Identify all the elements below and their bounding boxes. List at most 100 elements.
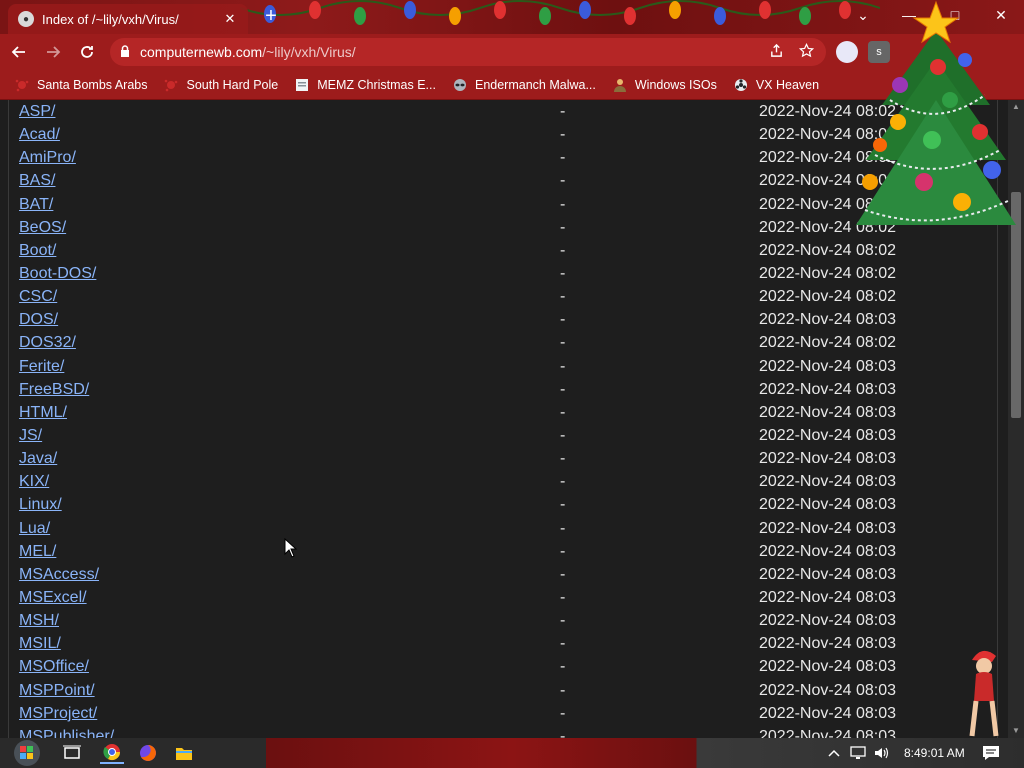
directory-link[interactable]: BeOS/ xyxy=(19,219,66,237)
last-modified: 2022-Nov-24 08:02 xyxy=(759,264,896,282)
directory-link[interactable]: Ferite/ xyxy=(19,358,64,376)
table-row: Linux/ - 2022-Nov-24 08:03 xyxy=(0,494,1008,517)
page-icon xyxy=(294,77,310,93)
file-size: - xyxy=(560,288,566,306)
firefox-icon[interactable] xyxy=(136,742,160,764)
action-center-icon[interactable] xyxy=(982,738,1000,768)
bookmark-item[interactable]: South Hard Pole xyxy=(163,77,278,93)
directory-link[interactable]: MSAccess/ xyxy=(19,566,99,584)
url-text[interactable]: computernewb.com/~lily/vxh/Virus/ xyxy=(140,44,756,60)
lock-icon[interactable] xyxy=(120,44,130,60)
christmas-lights-decoration xyxy=(240,0,880,25)
table-row: MEL/ - 2022-Nov-24 08:03 xyxy=(0,541,1008,564)
bookmark-item[interactable]: Santa Bombs Arabs xyxy=(14,77,147,93)
last-modified: 2022-Nov-24 08:03 xyxy=(759,681,896,699)
directory-link[interactable]: KIX/ xyxy=(19,473,49,491)
directory-link[interactable]: MSH/ xyxy=(19,612,59,630)
new-tab-button[interactable]: + xyxy=(260,6,282,28)
reload-button[interactable] xyxy=(72,37,102,67)
directory-link[interactable]: MSExcel/ xyxy=(19,589,87,607)
directory-link[interactable]: MSIL/ xyxy=(19,635,61,653)
scroll-down-arrow-icon[interactable]: ▼ xyxy=(1008,724,1024,738)
directory-link[interactable]: MSPublisher/ xyxy=(19,728,114,738)
directory-link[interactable]: MSProject/ xyxy=(19,705,97,723)
directory-link[interactable]: AmiPro/ xyxy=(19,149,76,167)
bookmark-item[interactable]: MEMZ Christmas E... xyxy=(294,77,436,93)
arrow-right-icon xyxy=(47,46,61,58)
directory-link[interactable]: DOS32/ xyxy=(19,334,76,352)
directory-link[interactable]: MEL/ xyxy=(19,543,56,561)
biohazard-icon xyxy=(733,77,749,93)
directory-link[interactable]: JS/ xyxy=(19,427,42,445)
last-modified: 2022-Nov-24 08:03 xyxy=(759,426,896,444)
directory-link[interactable]: MSPPoint/ xyxy=(19,682,95,700)
directory-link[interactable]: BAS/ xyxy=(19,172,55,190)
directory-link[interactable]: ASP/ xyxy=(19,103,55,121)
url-host: computernewb.com xyxy=(140,44,263,60)
file-size: - xyxy=(560,426,566,444)
file-size: - xyxy=(560,241,566,259)
bookmark-item[interactable]: Windows ISOs xyxy=(612,77,717,93)
file-size: - xyxy=(560,658,566,676)
share-icon[interactable] xyxy=(766,43,786,62)
file-size: - xyxy=(560,588,566,606)
directory-link[interactable]: Lua/ xyxy=(19,520,50,538)
last-modified: 2022-Nov-24 08:03 xyxy=(759,311,896,329)
last-modified: 2022-Nov-24 08:02 xyxy=(759,288,896,306)
table-row: Boot/ - 2022-Nov-24 08:02 xyxy=(0,240,1008,263)
windows-logo-icon xyxy=(14,740,40,766)
last-modified: 2022-Nov-24 08:03 xyxy=(759,658,896,676)
forward-button[interactable] xyxy=(38,37,68,67)
bookmark-label: VX Heaven xyxy=(755,77,820,92)
file-size: - xyxy=(560,450,566,468)
file-size: - xyxy=(560,496,566,514)
start-button[interactable] xyxy=(10,738,44,768)
chrome-icon[interactable] xyxy=(100,742,124,764)
show-hidden-icons-button[interactable] xyxy=(828,738,840,768)
table-row: KIX/ - 2022-Nov-24 08:03 xyxy=(0,471,1008,494)
reload-icon xyxy=(81,46,93,58)
tab-title: Index of /~lily/vxh/Virus/ xyxy=(42,11,179,27)
volume-icon[interactable] xyxy=(874,738,890,768)
splat-icon xyxy=(14,77,30,93)
directory-link[interactable]: CSC/ xyxy=(19,288,57,306)
active-tab[interactable]: ● Index of /~lily/vxh/Virus/ ✕ xyxy=(8,4,248,34)
last-modified: 2022-Nov-24 08:03 xyxy=(759,704,896,722)
bookmark-item[interactable]: Endermanch Malwa... xyxy=(452,77,596,93)
site-favicon-icon: ● xyxy=(18,11,34,27)
tab-close-icon[interactable]: ✕ xyxy=(222,11,238,27)
address-bar[interactable]: computernewb.com/~lily/vxh/Virus/ xyxy=(110,38,826,66)
last-modified: 2022-Nov-24 08:03 xyxy=(759,380,896,398)
directory-link[interactable]: FreeBSD/ xyxy=(19,381,89,399)
directory-link[interactable]: BAT/ xyxy=(19,196,53,214)
file-size: - xyxy=(560,334,566,352)
file-size: - xyxy=(560,149,566,167)
back-button[interactable] xyxy=(4,37,34,67)
directory-link[interactable]: Boot/ xyxy=(19,242,56,260)
file-size: - xyxy=(560,727,566,738)
file-size: - xyxy=(560,403,566,421)
directory-link[interactable]: Boot-DOS/ xyxy=(19,265,96,283)
christmas-tree-decoration xyxy=(856,0,1016,225)
directory-link[interactable]: Linux/ xyxy=(19,496,62,514)
directory-link[interactable]: Java/ xyxy=(19,450,57,468)
network-icon[interactable] xyxy=(850,738,866,768)
file-explorer-icon[interactable] xyxy=(172,742,196,764)
directory-link[interactable]: HTML/ xyxy=(19,404,67,422)
table-row: MSProject/ - 2022-Nov-24 08:03 xyxy=(0,703,1008,726)
directory-link[interactable]: Acad/ xyxy=(19,126,60,144)
task-view-icon[interactable] xyxy=(60,742,84,764)
windows-taskbar: 8:49:01 AM xyxy=(0,738,1024,768)
directory-link[interactable]: MSOffice/ xyxy=(19,658,89,676)
bookmark-item[interactable]: VX Heaven xyxy=(733,77,819,93)
file-size: - xyxy=(560,681,566,699)
last-modified: 2022-Nov-24 08:03 xyxy=(759,635,896,653)
last-modified: 2022-Nov-24 08:03 xyxy=(759,403,896,421)
bookmark-star-icon[interactable] xyxy=(796,42,816,62)
table-row: MSExcel/ - 2022-Nov-24 08:03 xyxy=(0,587,1008,610)
table-row: DOS32/ - 2022-Nov-24 08:02 xyxy=(0,332,1008,355)
taskbar-clock[interactable]: 8:49:01 AM xyxy=(904,738,965,768)
directory-link[interactable]: DOS/ xyxy=(19,311,58,329)
bookmark-label: South Hard Pole xyxy=(186,77,279,92)
last-modified: 2022-Nov-24 08:02 xyxy=(759,241,896,259)
